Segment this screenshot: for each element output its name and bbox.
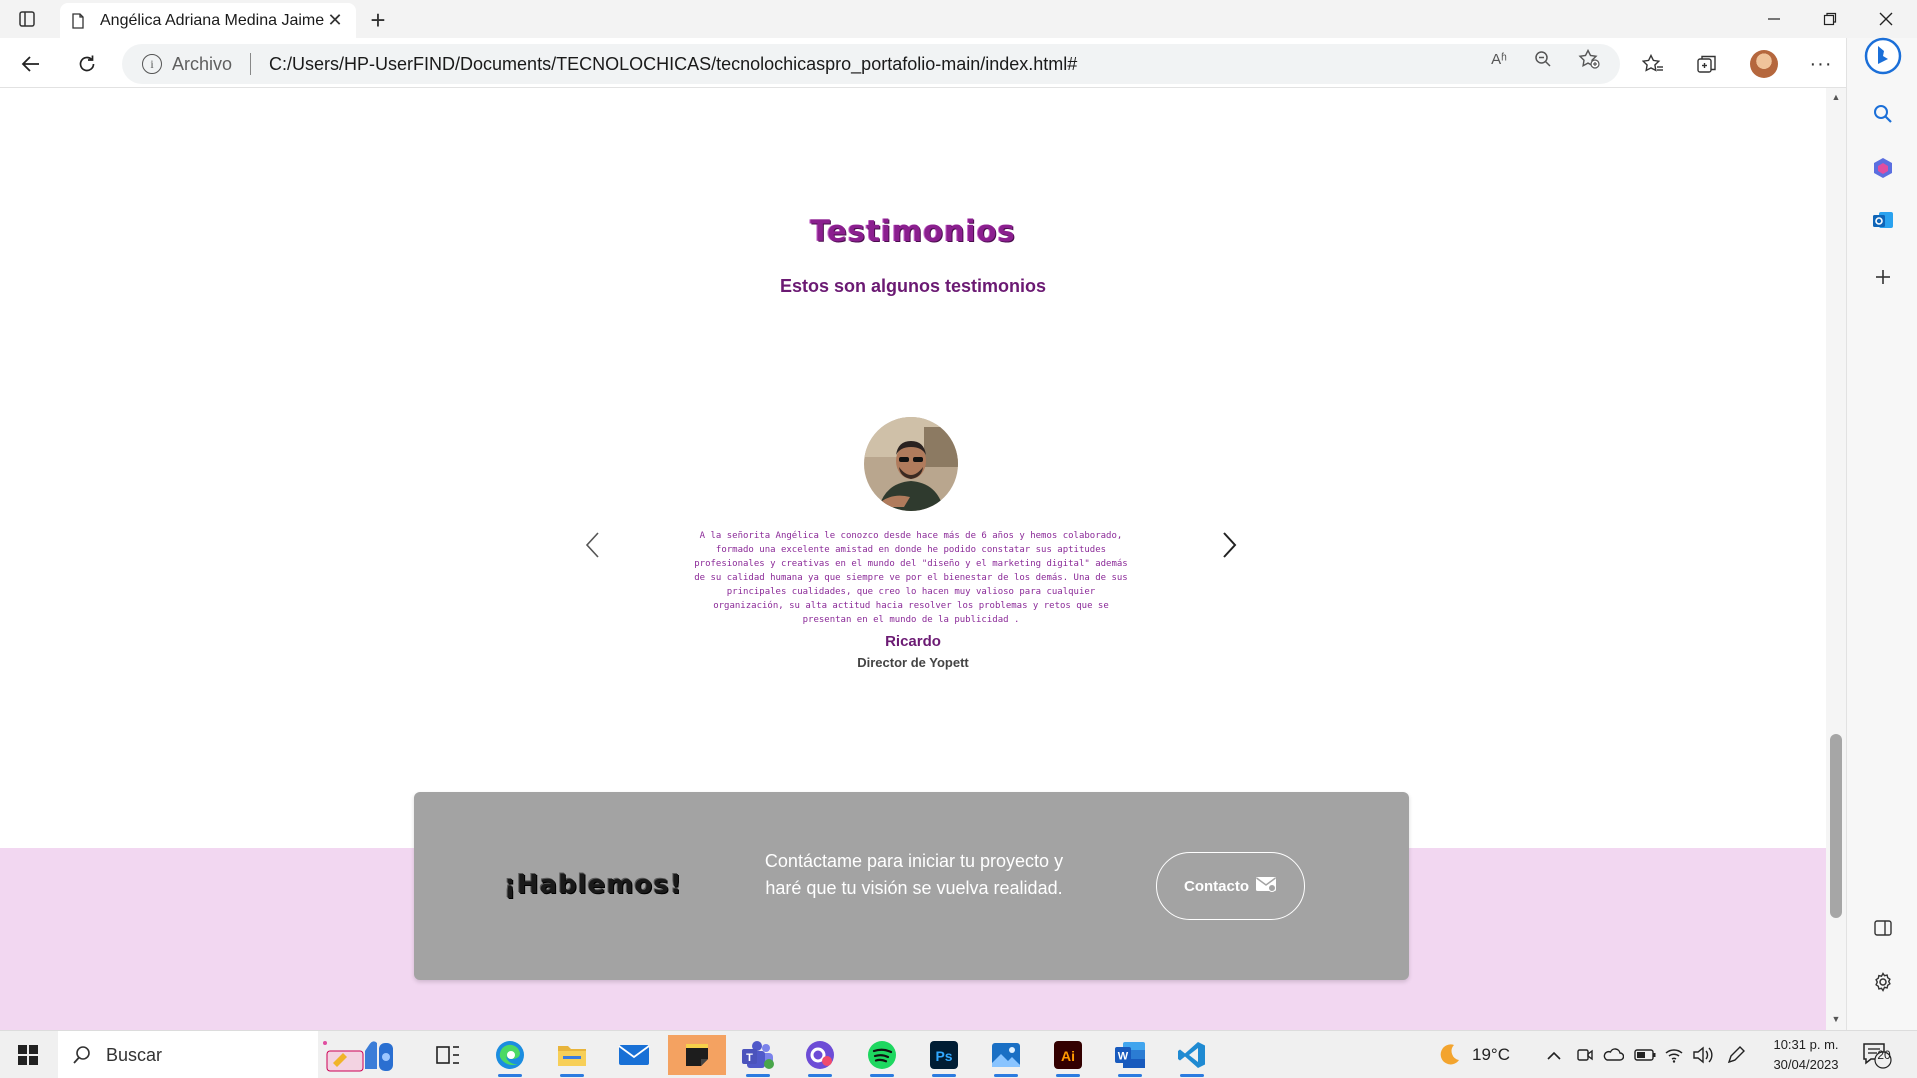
clock-time: 10:31 p. m.: [1773, 1037, 1839, 1052]
clock-date: 30/04/2023: [1773, 1057, 1839, 1072]
windows-taskbar: Buscar T Ps Ai W 19°C 10:31 p. m. 30/04/…: [0, 1030, 1917, 1078]
wifi-icon[interactable]: [1664, 1031, 1684, 1078]
testimonials-subtitle: Estos son algunos testimonios: [779, 276, 1047, 296]
tab-bar: Angélica Adriana Medina Jaime | ✕ +: [0, 0, 1917, 38]
page-icon: [70, 12, 86, 29]
collections-icon[interactable]: [1690, 47, 1724, 81]
info-icon[interactable]: i: [142, 54, 162, 74]
cta-text: Contáctame para iniciar tu proyecto y ha…: [764, 851, 1064, 898]
testimonials-title: Testimonios: [810, 214, 1016, 248]
clipchamp-icon[interactable]: [796, 1035, 844, 1077]
hidden-icons-icon[interactable]: [1546, 1031, 1562, 1078]
web-page: Testimonios Estos son algunos testimonio…: [0, 88, 1826, 1030]
teams-icon[interactable]: T: [734, 1035, 782, 1077]
close-window-icon[interactable]: [1858, 0, 1914, 38]
moon-icon: [1436, 1042, 1462, 1068]
meet-now-icon[interactable]: [1576, 1031, 1594, 1078]
tab-actions-icon[interactable]: [14, 6, 40, 32]
new-tab-icon[interactable]: +: [364, 5, 392, 35]
add-favorite-icon[interactable]: [1576, 46, 1602, 72]
taskbar-search[interactable]: Buscar: [58, 1031, 318, 1078]
settings-gear-icon[interactable]: [1847, 962, 1917, 1002]
more-options-icon[interactable]: ···: [1804, 47, 1838, 81]
split-screen-icon[interactable]: [1847, 908, 1917, 948]
taskbar-search-label: Buscar: [106, 1044, 163, 1065]
tab-title: Angélica Adriana Medina Jaime |: [100, 11, 324, 29]
taskbar-search-icon: [73, 1046, 90, 1064]
scroll-up-icon[interactable]: ▲: [1831, 92, 1841, 102]
file-explorer-icon[interactable]: [548, 1035, 596, 1077]
zoom-out-icon[interactable]: [1530, 46, 1556, 72]
url-protocol: Archivo: [172, 53, 233, 74]
pen-icon[interactable]: [1726, 1031, 1746, 1078]
carousel-next-icon[interactable]: [1215, 525, 1245, 565]
refresh-icon[interactable]: [70, 47, 104, 81]
photoshop-icon[interactable]: Ps: [920, 1035, 968, 1077]
add-sidebar-icon[interactable]: [1847, 257, 1917, 297]
weather-temperature: 19°C: [1472, 1045, 1510, 1064]
contact-button[interactable]: Contacto: [1156, 852, 1305, 920]
url-text[interactable]: C:/Users/HP-UserFIND/Documents/TECNOLOCH…: [269, 54, 1077, 75]
tab-close-icon[interactable]: ✕: [324, 10, 346, 32]
volume-icon[interactable]: [1692, 1031, 1714, 1078]
outlook-icon[interactable]: [1847, 200, 1917, 240]
contact-cta-box: ¡Hablemos! Contáctame para iniciar tu pr…: [414, 792, 1409, 980]
photos-icon[interactable]: [982, 1035, 1030, 1077]
back-icon[interactable]: [14, 47, 48, 81]
mail-icon[interactable]: [610, 1035, 658, 1075]
task-view-icon[interactable]: [424, 1035, 472, 1075]
battery-icon[interactable]: [1634, 1031, 1656, 1078]
testimonial-name: Ricardo: [885, 633, 941, 650]
bing-chat-icon[interactable]: [1847, 36, 1917, 76]
copilot-icon[interactable]: [1847, 148, 1917, 188]
notifications-icon[interactable]: 20: [1862, 1031, 1892, 1078]
svg-text:Ai: Ai: [1061, 1048, 1075, 1064]
onedrive-icon[interactable]: [1602, 1031, 1624, 1078]
taskbar-clock[interactable]: 10:31 p. m. 30/04/2023: [1766, 1035, 1846, 1075]
vscode-icon[interactable]: [1168, 1035, 1216, 1077]
svg-text:W: W: [1118, 1051, 1129, 1063]
windows-start-icon[interactable]: [8, 1039, 48, 1071]
profile-avatar[interactable]: [1750, 50, 1778, 78]
url-separator: [250, 53, 252, 75]
cta-title: ¡Hablemos!: [504, 870, 683, 900]
word-icon[interactable]: W: [1106, 1035, 1154, 1077]
spotify-icon[interactable]: [858, 1035, 906, 1077]
carousel-prev-icon[interactable]: [577, 525, 607, 565]
favorites-icon[interactable]: [1636, 47, 1670, 81]
minimize-icon[interactable]: [1746, 0, 1802, 38]
address-bar[interactable]: i Archivo C:/Users/HP-UserFIND/Documents…: [122, 44, 1620, 84]
testimonial-quote: A la señorita Angélica le conozco desde …: [694, 531, 1128, 625]
page-scrollbar[interactable]: ▲ ▼: [1826, 88, 1846, 1030]
sticky-notes-icon[interactable]: [668, 1035, 726, 1075]
browser-tab[interactable]: Angélica Adriana Medina Jaime | ✕: [60, 3, 356, 38]
notifications-count: 20: [1877, 1048, 1891, 1062]
edge-icon[interactable]: [486, 1035, 534, 1077]
svg-text:T: T: [746, 1052, 753, 1064]
read-aloud-icon[interactable]: Aʱ: [1486, 46, 1512, 72]
restore-icon[interactable]: [1802, 0, 1858, 38]
envelope-icon: [1255, 876, 1277, 896]
scroll-thumb[interactable]: [1830, 734, 1842, 918]
weather-widget[interactable]: 19°C: [1436, 1031, 1510, 1078]
address-toolbar: i Archivo C:/Users/HP-UserFIND/Documents…: [0, 38, 1917, 88]
school-widget-icon[interactable]: [316, 1035, 412, 1075]
testimonial-role: Director de Yopett: [857, 655, 969, 670]
illustrator-icon[interactable]: Ai: [1044, 1035, 1092, 1077]
search-icon[interactable]: [1847, 94, 1917, 134]
scroll-down-icon[interactable]: ▼: [1831, 1014, 1841, 1024]
testimonial-avatar: [864, 417, 958, 511]
svg-text:Ps: Ps: [935, 1048, 952, 1064]
edge-sidebar: [1846, 36, 1917, 1030]
contact-button-label: Contacto: [1184, 877, 1249, 895]
